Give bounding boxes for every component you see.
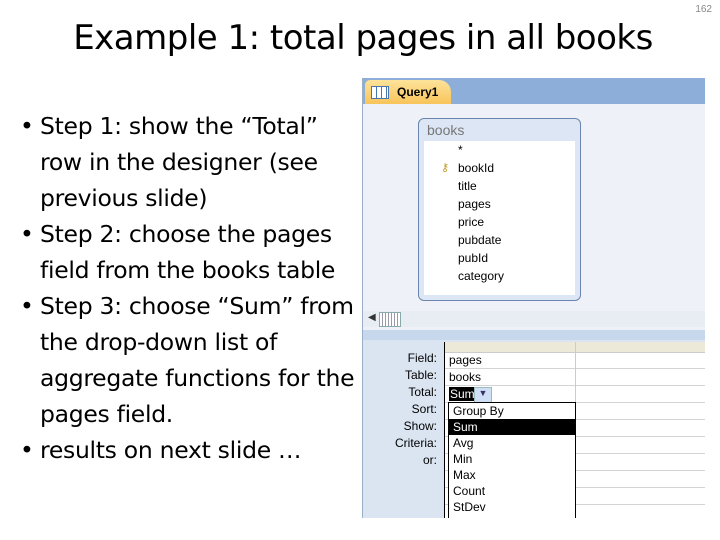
bullet-text: Step 2: choose the pages field from the … bbox=[40, 220, 336, 284]
bullet-item: • Step 2: choose the pages field from the… bbox=[20, 220, 336, 284]
bullet-item: • Step 3: choose “Sum” from the drop-down… bbox=[20, 292, 355, 428]
grid-label: Sort: bbox=[411, 402, 437, 416]
bullet-item: • Step 1: show the “Total” row in the des… bbox=[20, 112, 318, 212]
key-icon: ⚷ bbox=[441, 162, 450, 174]
field-list: * ⚷ bookId title pages price pubdate pub… bbox=[424, 141, 575, 295]
bullet-list: • Step 1: show the “Total” row in the des… bbox=[20, 108, 360, 468]
dropdown-option[interactable]: Max bbox=[449, 467, 575, 483]
field-item[interactable]: bookId bbox=[458, 161, 494, 175]
table-title: books bbox=[427, 122, 465, 138]
bullet-text: Step 3: choose “Sum” from the drop-down … bbox=[40, 292, 355, 428]
aggregate-dropdown-list[interactable]: Group By Sum Avg Min Max Count StDev bbox=[448, 402, 576, 518]
field-item[interactable]: title bbox=[458, 179, 477, 193]
tab-label: Query1 bbox=[397, 85, 439, 99]
query-designer-screenshot: Query1 books * ⚷ bookId title pages pric… bbox=[362, 78, 705, 518]
field-item[interactable]: pubdate bbox=[458, 233, 501, 247]
dropdown-chevron-icon[interactable]: ▼ bbox=[474, 387, 492, 403]
scroll-thumb[interactable] bbox=[379, 312, 401, 327]
field-item[interactable]: * bbox=[458, 143, 463, 157]
field-item[interactable]: pubId bbox=[458, 251, 488, 265]
dropdown-option[interactable]: StDev bbox=[449, 499, 575, 515]
dropdown-option-selected[interactable]: Sum bbox=[449, 419, 575, 435]
slide-title: Example 1: total pages in all books bbox=[73, 18, 653, 58]
field-cell[interactable]: pages bbox=[449, 353, 482, 367]
dropdown-option[interactable]: Min bbox=[449, 451, 575, 467]
scroll-left-icon[interactable]: ◀ bbox=[368, 312, 376, 323]
grid-label: or: bbox=[422, 453, 437, 467]
books-table-box[interactable]: books * ⚷ bookId title pages price pubda… bbox=[418, 118, 581, 301]
grid-label: Criteria: bbox=[394, 436, 437, 450]
table-cell[interactable]: books bbox=[449, 370, 481, 384]
tab-query1[interactable]: Query1 bbox=[365, 80, 451, 104]
field-item[interactable]: price bbox=[458, 215, 484, 229]
grid-label: Total: bbox=[408, 385, 437, 399]
page-number: 162 bbox=[695, 4, 712, 15]
dropdown-option[interactable]: Avg bbox=[449, 435, 575, 451]
query-icon bbox=[371, 86, 389, 99]
bullet-text: results on next slide … bbox=[40, 436, 302, 464]
design-grid-pane: Field: Table: Total: Sort: Show: Criteri… bbox=[363, 340, 705, 518]
horizontal-scrollbar[interactable]: ◀ bbox=[363, 311, 705, 327]
total-cell[interactable]: Sum bbox=[449, 387, 476, 401]
dropdown-option[interactable]: Count bbox=[449, 483, 575, 499]
grid-label: Show: bbox=[403, 419, 437, 433]
tab-bar: Query1 bbox=[363, 78, 705, 104]
grid-label: Table: bbox=[404, 368, 437, 382]
grid-label: Field: bbox=[407, 351, 437, 365]
bullet-item: • results on next slide … bbox=[20, 436, 302, 464]
bullet-text: Step 1: show the “Total” row in the desi… bbox=[40, 112, 318, 212]
field-item[interactable]: pages bbox=[458, 197, 491, 211]
field-item[interactable]: category bbox=[458, 269, 504, 283]
dropdown-option[interactable]: Group By bbox=[449, 403, 575, 419]
